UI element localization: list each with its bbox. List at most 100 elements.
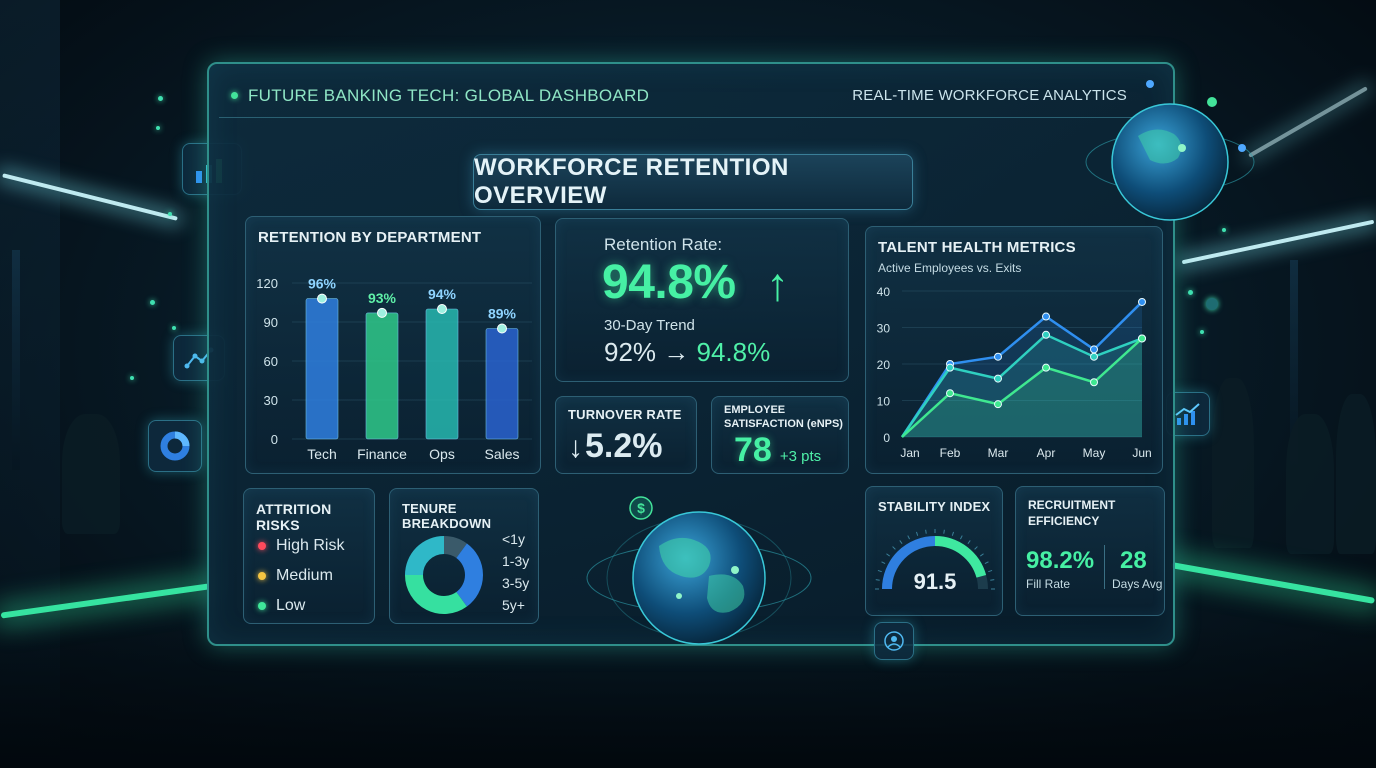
turnover-value-row: ↓ 5.2% (568, 427, 663, 466)
series-point (1042, 312, 1050, 321)
tenure-breakdown-card[interactable]: TENURE BREAKDOWN <1y 1-3y 3-5y 5y+ (389, 488, 539, 624)
fill-rate-label: Fill Rate (1026, 577, 1071, 591)
dashboard-panel: FUTURE BANKING TECH: GLOBAL DASHBOARD RE… (207, 62, 1175, 646)
trend-to: 94.8% (696, 337, 771, 367)
retention-bar-chart: 0 30 60 90 120 96% Tech 93% Finance 94% Ops 89% Sale… (256, 276, 532, 462)
series-point (1138, 297, 1146, 306)
medium-risk-dot-icon (258, 572, 266, 580)
risk-low: Low (258, 597, 305, 615)
enps-value: 78 (734, 431, 772, 469)
x-category-label: Mar (988, 446, 1009, 460)
pillar (12, 250, 20, 470)
x-category-label: Sales (484, 446, 519, 462)
up-arrow-icon: ↑ (766, 258, 789, 310)
turnover-rate-card[interactable]: TURNOVER RATE ↓ 5.2% (555, 396, 697, 474)
particle (150, 300, 155, 305)
growth-chart-glyph (1175, 403, 1200, 425)
tenure-label: 5y+ (502, 597, 525, 613)
globe-icon: $ (586, 496, 812, 645)
enps-delta: +3 pts (779, 448, 822, 465)
gauge-tick (980, 553, 984, 557)
retention-rate-card[interactable]: Retention Rate: 94.8% ↑ 30-Day Trend 92%… (555, 218, 849, 382)
retention-rate-label: Retention Rate: (604, 235, 723, 254)
panel-header: FUTURE BANKING TECH: GLOBAL DASHBOARD RE… (219, 74, 1163, 118)
down-arrow-icon: ↓ (568, 431, 583, 464)
x-category-label: May (1083, 446, 1106, 460)
user-icon[interactable] (874, 622, 914, 660)
user-glyph (884, 631, 904, 651)
x-category-label: Jan (900, 446, 919, 460)
y-tick-label: 10 (877, 395, 891, 409)
gauge-tick (907, 535, 911, 540)
person-silhouette (62, 414, 120, 534)
y-tick-label: 30 (264, 393, 278, 408)
globe-icon (1085, 80, 1255, 221)
card-title: ATTRITION RISKS (256, 501, 332, 533)
gauge-tick (881, 561, 886, 565)
y-tick-label: 90 (264, 315, 278, 330)
particle (158, 96, 163, 101)
donut-slice (455, 543, 483, 607)
stability-gauge (875, 529, 995, 590)
particle (1206, 298, 1218, 310)
series-point (994, 352, 1002, 361)
dashboard-title: FUTURE BANKING TECH: GLOBAL DASHBOARD (248, 85, 650, 105)
donut-slice (405, 574, 467, 614)
svg-text:$: $ (637, 500, 645, 516)
bar-data-label: 89% (488, 306, 517, 322)
series-point (1042, 330, 1050, 339)
retention-rate-value: 94.8% (602, 256, 736, 309)
card-title: TURNOVER RATE (568, 407, 682, 422)
talent-health-card[interactable]: TALENT HEALTH METRICS Active Employees v… (865, 226, 1163, 474)
series-point (1090, 345, 1098, 354)
y-tick-label: 0 (883, 431, 890, 445)
x-category-label: Finance (357, 446, 407, 462)
right-arrow-icon: → (663, 337, 690, 367)
bar-marker (317, 293, 327, 304)
risk-label: High Risk (276, 537, 345, 554)
enps-value-row: 78 +3 pts (734, 431, 821, 470)
fill-rate-block: 98.2% Fill Rate (1026, 547, 1094, 591)
retention-by-department-card[interactable]: RETENTION BY DEPARTMENT 0 30 60 90 120 96% Tec… (245, 216, 541, 474)
card-title: EMPLOYEE SATISFACTION (eNPS) (724, 403, 843, 431)
particle (168, 212, 172, 216)
page-title: WORKFORCE RETENTION OVERVIEW (473, 154, 913, 210)
stability-index-card[interactable]: STABILITY INDEX 91.5 (865, 486, 1003, 616)
donut-slice (405, 536, 445, 576)
employee-satisfaction-card[interactable]: EMPLOYEE SATISFACTION (eNPS) 78 +3 pts (711, 396, 849, 474)
attrition-risks-card[interactable]: ATTRITION RISKS High Risk Medium Low (243, 488, 375, 624)
bar (365, 312, 399, 440)
bar (485, 328, 519, 440)
tenure-label: <1y (502, 531, 525, 547)
turnover-value: 5.2% (585, 427, 663, 465)
gauge-tick (943, 529, 945, 534)
bar (425, 308, 459, 440)
recruitment-efficiency-card[interactable]: RECRUITMENT EFFICIENCY 98.2% Fill Rate 2… (1015, 486, 1165, 616)
gauge-tick (984, 561, 989, 565)
x-category-label: Tech (307, 446, 337, 462)
x-category-label: Feb (940, 446, 961, 460)
status-dot (231, 92, 238, 99)
gauge-tick (899, 540, 903, 544)
particle (172, 326, 176, 330)
series-point (1090, 378, 1098, 387)
floor-light-strip (1171, 562, 1375, 604)
bar (305, 298, 339, 440)
series-point (946, 389, 954, 398)
title-line: EFFICIENCY (1028, 514, 1100, 528)
card-title: RECRUITMENT EFFICIENCY (1028, 497, 1115, 529)
series-point (1090, 352, 1098, 361)
tenure-label: 1-3y (502, 553, 530, 569)
bar-marker (377, 307, 387, 318)
trend-from: 92% (604, 337, 657, 367)
divider (1104, 545, 1105, 589)
ceiling-light (1248, 86, 1368, 158)
gauge-tick (892, 546, 896, 550)
particle (1188, 290, 1193, 295)
donut-slice (443, 536, 467, 559)
donut-chart-icon[interactable] (148, 420, 202, 472)
gauge-tick (967, 540, 971, 544)
fill-rate-value: 98.2% (1026, 547, 1095, 574)
x-category-label: Jun (1132, 446, 1151, 460)
y-tick-label: 0 (271, 432, 278, 447)
